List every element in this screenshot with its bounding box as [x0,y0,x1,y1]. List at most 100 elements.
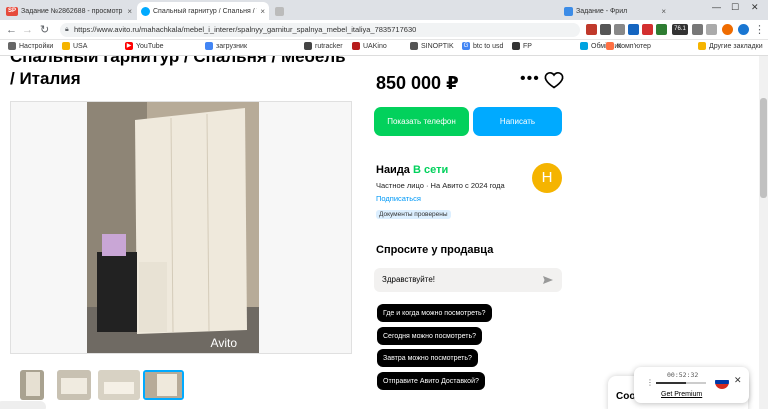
lock-icon: 🔒︎ [65,26,69,33]
bookmark-label: btc to usd [473,42,504,50]
rutracker-icon [304,42,312,50]
favorite-heart-icon[interactable] [544,70,564,90]
extension-icon[interactable] [692,24,703,35]
tab-title: Спальный гарнитур / Спальня / \ [153,7,258,15]
vpn-progress-bar [656,382,706,384]
profile-avatar[interactable] [722,24,733,35]
close-window-icon[interactable]: ✕ [751,2,759,13]
documents-verified-badge: Документы проверены [376,210,451,219]
back-icon[interactable]: ← [6,23,17,37]
close-icon[interactable]: ✕ [734,375,742,386]
wardrobe-image: Avito [87,102,259,353]
forward-icon[interactable]: → [22,23,33,37]
seller-name[interactable]: Наида [376,164,410,176]
gallery-thumbnail[interactable] [57,370,91,400]
bookmark-item[interactable]: UAKino [352,42,387,50]
fp-icon [512,42,520,50]
price: 850 000 ₽ [376,73,459,93]
bookmark-label: rutracker [315,42,343,50]
message-input[interactable]: Здравствуйте! [374,268,562,292]
profile-icon[interactable] [738,24,749,35]
scroll-indicator [0,401,46,409]
bookmark-item[interactable]: USA [62,42,87,50]
extension-icon[interactable] [642,24,653,35]
scrollbar[interactable] [759,56,768,409]
show-phone-button[interactable]: Показать телефон [374,107,469,136]
url-input[interactable]: 🔒︎ https://www.avito.ru/mahachkala/mebel… [60,23,580,37]
main-photo[interactable]: Avito [10,101,352,354]
bookmark-label: FP [523,42,532,50]
tab-freelance[interactable]: Задание - Фрил × [560,2,670,20]
bookmark-item[interactable]: Комп'ютер [606,42,651,50]
minimize-icon[interactable]: — [712,2,721,12]
url-text: https://www.avito.ru/mahachkala/mebel_i_… [74,25,417,34]
ltc-extension-icon[interactable]: 76.1 [672,24,688,35]
gallery-thumbnail[interactable] [98,370,140,400]
gallery-thumbnail-selected[interactable] [143,370,184,400]
vpn-menu-icon[interactable]: ⋮ [646,378,654,387]
youtube-icon: ▶ [125,42,133,50]
quick-question-button[interactable]: Где и когда можно посмотреть? [377,304,492,322]
online-status: В сети [413,164,449,176]
seller-type: Частное лицо · На Авито с 2024 года [376,181,505,190]
vpn-timer: 00:52:32 [667,371,699,379]
tab-avito[interactable]: Спальный гарнитур / Спальня / \ × [137,2,269,20]
tab-title: Задание №2862688 - просмотр з [21,7,125,15]
vpn-progress-fill [656,382,686,384]
page-favicon-icon [564,6,573,16]
page-favicon-icon [275,6,284,16]
tab-task[interactable]: SP Задание №2862688 - просмотр з × [2,2,136,20]
maximize-icon[interactable]: ☐ [731,2,739,13]
computer-icon [606,42,614,50]
cookie-title: Coo [616,391,636,402]
close-tab-icon[interactable]: × [661,7,666,16]
extension-icon[interactable] [614,24,625,35]
bookmark-item[interactable]: ▶ YouTube [125,42,164,50]
extension-icon[interactable] [656,24,667,35]
bookmark-item[interactable]: Gbtc to usd [462,42,503,50]
send-icon[interactable] [543,275,553,285]
wardrobe-photo: Avito [87,102,259,353]
folder-icon [62,42,70,50]
ask-seller-title: Спросите у продавца [376,244,494,256]
vpn-widget: ⋮ 00:52:32 Get Premium ✕ [634,367,749,403]
bookmarks-bar: Настройки USA ▶ YouTube загрузник rutrack… [0,40,768,56]
bookmark-item[interactable]: Настройки [8,42,53,50]
seller-avatar[interactable]: Н [532,163,562,193]
bookmark-label: Комп'ютер [617,42,651,50]
bookmark-label: YouTube [136,42,164,50]
bookmark-label: USA [73,42,88,50]
more-options-icon[interactable]: ••• [520,70,540,88]
bookmark-item[interactable]: rutracker [304,42,343,50]
close-tab-icon[interactable]: × [127,7,132,16]
flag-icon[interactable] [628,24,639,35]
scrollbar-thumb[interactable] [760,98,767,198]
russia-flag-icon[interactable] [715,375,729,389]
bookmark-label: SINOPTIK [421,42,454,50]
gallery-thumbnail[interactable] [20,370,44,400]
seller-name-line[interactable]: Наида В сети [376,164,448,176]
reload-icon[interactable]: ↻ [40,23,49,37]
bookmark-item[interactable]: Другие закладки [698,42,763,50]
tab-blank[interactable] [271,2,351,20]
uakino-icon [352,42,360,50]
puzzle-icon[interactable] [706,24,717,35]
sinoptik-icon [410,42,418,50]
bookmark-item[interactable]: загрузник [205,42,247,50]
extension-icon[interactable] [586,24,597,35]
extension-icon[interactable] [600,24,611,35]
write-message-button[interactable]: Написать [473,107,562,136]
address-bar: ← → ↻ 🔒︎ https://www.avito.ru/mahachkala… [0,20,768,40]
quick-question-button[interactable]: Отправите Авито Доставкой? [377,372,485,390]
bookmark-label: Другие закладки [709,42,763,50]
close-tab-icon[interactable]: × [260,7,265,16]
menu-icon[interactable]: ⋮ [754,23,765,37]
get-premium-link[interactable]: Get Premium [661,391,702,398]
google-icon: G [462,42,470,50]
bookmark-label: UAKino [363,42,387,50]
bookmark-item[interactable]: SINOPTIK [410,42,454,50]
quick-question-button[interactable]: Завтра можно посмотреть? [377,349,478,367]
quick-question-button[interactable]: Сегодня можно посмотреть? [377,327,483,345]
bookmark-item[interactable]: FP [512,42,532,50]
subscribe-link[interactable]: Подписаться [376,194,421,203]
